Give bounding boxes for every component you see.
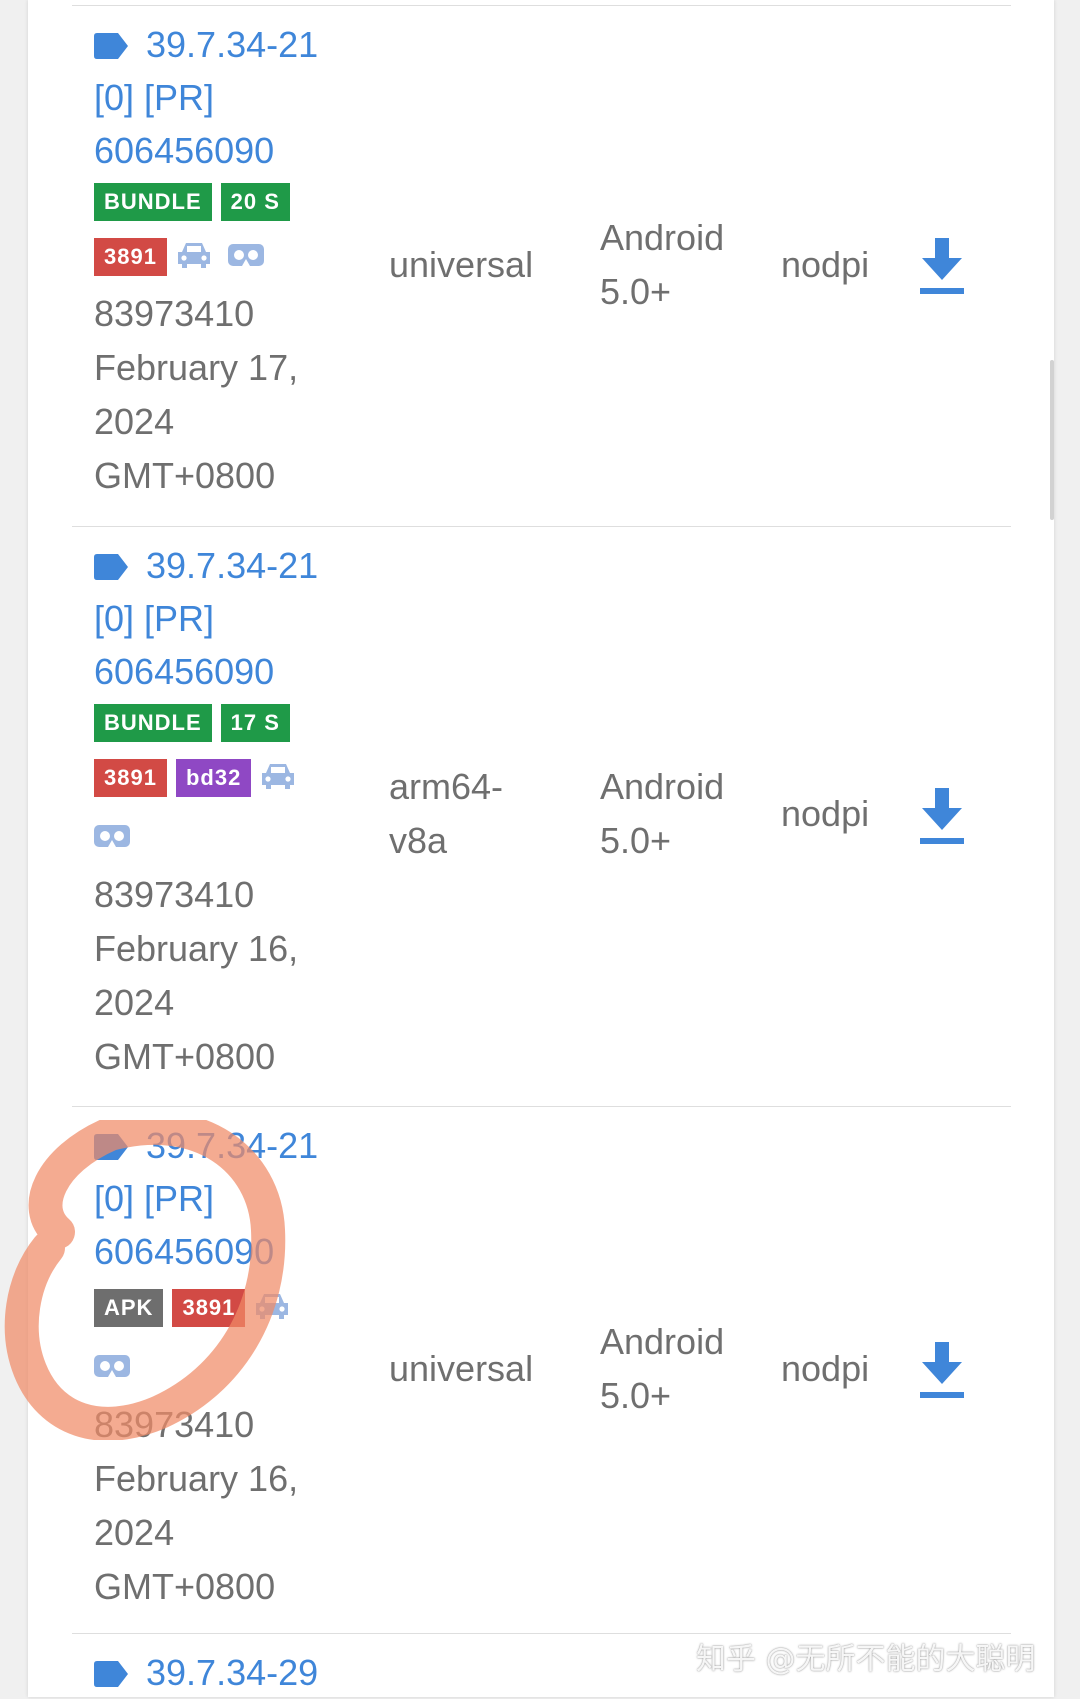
variant-info: 39.7.34-21 [0] [PR] 606456090 BUNDLE 20 … (94, 18, 354, 503)
variant-title-line[interactable]: 39.7.34-21 (94, 1119, 354, 1172)
splits-badge: 20 S (220, 183, 290, 221)
min-api-line: 5.0+ (600, 1375, 672, 1416)
car-icon (260, 761, 296, 796)
upload-date-line: February 17, (94, 347, 299, 388)
min-android-version: Android 5.0+ (600, 1315, 770, 1423)
splits-badge: 17 S (220, 704, 290, 742)
car-icon (176, 240, 212, 275)
min-api-line: 5.0+ (600, 820, 672, 861)
upload-date-line: February 16, (94, 928, 299, 969)
screen-dpi: nodpi (781, 1348, 870, 1389)
apk-badge: APK (94, 1289, 164, 1327)
download-icon (920, 238, 964, 294)
architecture-line: universal (389, 1348, 534, 1389)
tag-icon (94, 1661, 128, 1687)
vr-headset-icon (94, 1354, 130, 1383)
min-api-line: Android (600, 766, 725, 807)
min-api-line: 5.0+ (600, 271, 672, 312)
architecture: universal (389, 238, 559, 292)
variant-title-line[interactable]: 39.7.34-21 (94, 539, 354, 592)
build-badge: 3891 (172, 1289, 246, 1327)
row-divider (72, 526, 1011, 527)
version-code: 83973410 (94, 874, 255, 915)
variant-title-line[interactable]: 39.7.34-21 (94, 18, 354, 71)
variant-title-line[interactable]: 39.7.34-29 (94, 1646, 354, 1699)
upload-date-line: 2024 (94, 1512, 175, 1553)
upload-timezone: GMT+0800 (94, 1566, 276, 1607)
variant-title-line[interactable]: [0] [PR] (94, 1172, 354, 1225)
badge-group: BUNDLE 17 S (94, 698, 354, 748)
car-icon (254, 1291, 290, 1326)
badge-group: 3891 bd32 (94, 748, 354, 808)
row-divider (72, 5, 1011, 6)
variant-title-line[interactable]: [0] [PR] (94, 71, 354, 124)
download-button[interactable] (918, 1340, 966, 1400)
version-code: 83973410 (94, 1404, 255, 1445)
variant-info: 39.7.34-21 [0] [PR] 606456090 APK 3891 8… (94, 1119, 354, 1614)
architecture: arm64- v8a (389, 760, 559, 868)
min-android-version: Android 5.0+ (600, 211, 770, 319)
bitness-badge: bd32 (175, 759, 252, 797)
variant-title-line[interactable]: [0] [PR] (94, 592, 354, 645)
download-button[interactable] (918, 786, 966, 846)
vr-headset-icon (227, 243, 264, 272)
variant-info: 39.7.34-29 (94, 1646, 354, 1699)
min-api-line: Android (600, 217, 725, 258)
tag-icon (94, 554, 128, 580)
tag-icon (94, 1134, 128, 1160)
icon-group (94, 808, 354, 868)
row-divider (72, 1106, 1011, 1107)
architecture-line: universal (389, 244, 534, 285)
screen-dpi: nodpi (781, 793, 870, 834)
build-badge: 3891 (94, 238, 167, 276)
upload-date-line: 2024 (94, 401, 175, 442)
upload-date-line: February 16, (94, 1458, 299, 1499)
variant-info: 39.7.34-21 [0] [PR] 606456090 BUNDLE 17 … (94, 539, 354, 1084)
download-icon (920, 1342, 964, 1398)
icon-group (94, 1338, 354, 1398)
bundle-badge: BUNDLE (94, 704, 212, 742)
download-icon (920, 788, 964, 844)
upload-timezone: GMT+0800 (94, 1036, 276, 1077)
version-code: 83973410 (94, 293, 255, 334)
architecture-line: arm64- (389, 766, 504, 807)
variant-title-line[interactable]: 606456090 (94, 1225, 354, 1278)
download-button[interactable] (918, 236, 966, 296)
upload-timezone: GMT+0800 (94, 455, 276, 496)
vr-headset-icon (94, 824, 130, 853)
badge-group: APK 3891 (94, 1278, 354, 1338)
badge-group: 3891 (94, 227, 354, 287)
bundle-badge: BUNDLE (94, 183, 212, 221)
min-android-version: Android 5.0+ (600, 760, 770, 868)
min-api-line: Android (600, 1321, 725, 1362)
watermark: 知乎 @无所不能的大聪明 (696, 1642, 1036, 1677)
screen-dpi: nodpi (781, 244, 870, 285)
upload-date-line: 2024 (94, 982, 175, 1023)
architecture: universal (389, 1342, 559, 1396)
build-badge: 3891 (94, 759, 167, 797)
badge-group: BUNDLE 20 S (94, 177, 354, 227)
variant-title-line[interactable]: 606456090 (94, 124, 354, 177)
tag-icon (94, 33, 128, 59)
variant-title-line[interactable]: 606456090 (94, 645, 354, 698)
architecture-line: v8a (389, 820, 448, 861)
scrollbar[interactable] (1050, 360, 1054, 520)
